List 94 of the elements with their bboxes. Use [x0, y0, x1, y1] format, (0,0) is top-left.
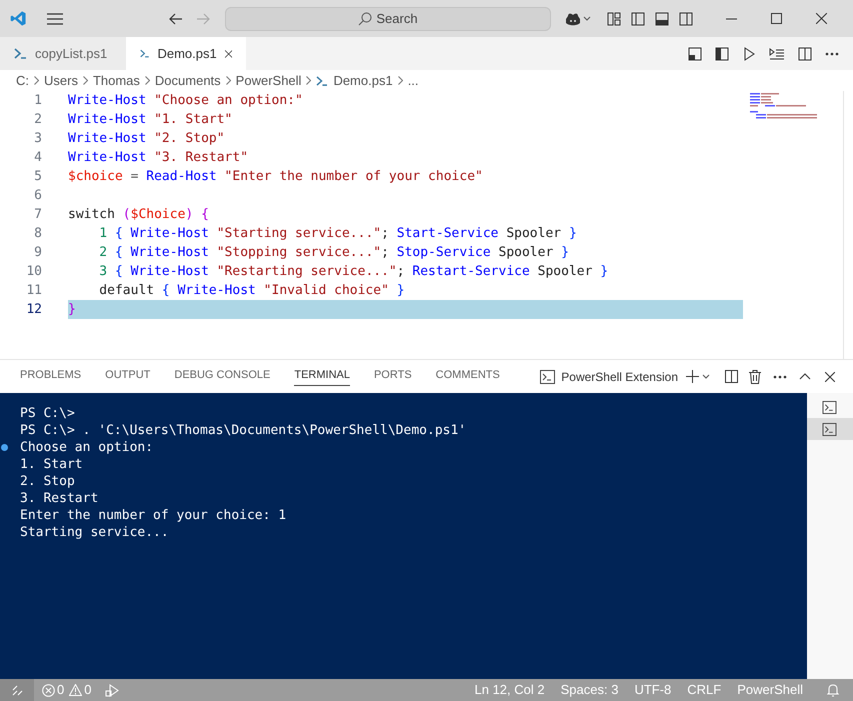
panel-tab[interactable]: COMMENTS	[436, 366, 500, 386]
code-line: }	[68, 300, 76, 319]
powershell-icon	[14, 48, 27, 59]
terminal-list-item[interactable]	[807, 418, 853, 440]
line-number: 1	[33, 92, 42, 110]
breadcrumb-item[interactable]: C:	[16, 70, 29, 90]
line-number: 9	[33, 244, 42, 262]
chevron-right-icon	[306, 76, 312, 85]
split-terminal-icon[interactable]	[725, 370, 738, 383]
code-line: switch ($Choice) {	[68, 206, 209, 224]
breadcrumb-item[interactable]: PowerShell	[236, 70, 302, 90]
terminal-line: PS C:\>	[20, 404, 75, 423]
line-number: 12	[25, 300, 42, 319]
search-placeholder: Search	[376, 10, 418, 28]
line-number: 5	[33, 168, 42, 186]
chevron-right-icon	[144, 76, 150, 85]
close-icon[interactable]	[816, 13, 827, 24]
layout-icon[interactable]	[607, 12, 621, 26]
line-number: 10	[25, 262, 42, 281]
panel-tab[interactable]: PORTS	[374, 366, 412, 386]
panel-tab[interactable]: DEBUG CONSOLE	[174, 366, 270, 386]
code-line: 2 { Write-Host "Stopping service..."; Stop-Service Spooler }	[98, 244, 569, 262]
terminal-line: Choose an option:	[20, 438, 154, 457]
close-icon[interactable]	[825, 372, 835, 382]
more-icon[interactable]	[825, 52, 839, 56]
split-editor-icon[interactable]	[798, 46, 812, 60]
code-line: 1 { Write-Host "Starting service..."; Start-Service Spooler }	[98, 224, 577, 243]
terminal-line: Enter the number of your choice: 1	[20, 506, 286, 525]
line-number: 8	[33, 224, 42, 243]
editor-tab[interactable]: Demo.ps1	[126, 37, 246, 70]
terminal-name[interactable]: PowerShell Extension	[561, 368, 678, 386]
chevron-right-icon	[398, 76, 403, 85]
line-number: 3	[33, 130, 42, 148]
powershell-icon	[316, 76, 328, 86]
terminal-line: 2. Stop	[20, 472, 75, 491]
panel-toggle-icon[interactable]	[655, 12, 669, 26]
remote-button[interactable]	[0, 679, 34, 701]
panel-tab[interactable]: OUTPUT	[105, 366, 150, 386]
maximize-icon[interactable]	[771, 13, 782, 24]
line-number: 11	[25, 282, 42, 300]
powershell-icon	[140, 48, 150, 59]
line-number: 2	[33, 110, 42, 129]
panel-tab[interactable]: PROBLEMS	[20, 366, 82, 386]
bell-icon[interactable]	[827, 684, 839, 696]
chevron-right-icon	[34, 76, 39, 85]
line-number: 6	[33, 186, 42, 205]
more-icon[interactable]	[773, 374, 787, 378]
terminal-line: Starting service...	[20, 524, 169, 542]
breadcrumb-item[interactable]: Demo.ps1	[333, 70, 393, 90]
terminal-icon	[540, 370, 556, 384]
editor-tab[interactable]: copyList.ps1	[0, 37, 126, 70]
run-icon[interactable]	[742, 46, 756, 60]
breadcrumb-item[interactable]: ...	[408, 70, 419, 90]
terminal-line: PS C:\> . 'C:\Users\Thomas\Documents\PowerShell\Demo.ps1'	[20, 422, 466, 440]
search-field[interactable]: Search	[225, 6, 551, 30]
warning-icon[interactable]	[69, 684, 82, 696]
terminal-icon	[822, 400, 837, 414]
debug-icon[interactable]	[105, 684, 120, 696]
code-line: $choice = Read-Host "Enter the number of your choice"	[68, 168, 483, 186]
code-line: Write-Host "3. Restart"	[68, 148, 248, 167]
chevron-down-icon[interactable]	[702, 374, 710, 380]
panel-layout-icon[interactable]	[688, 46, 702, 60]
menu-icon[interactable]	[47, 12, 63, 24]
chevron-down-icon[interactable]	[583, 16, 591, 22]
code-line: Write-Host "Choose an option:"	[68, 92, 303, 110]
breadcrumb-item[interactable]: Documents	[154, 70, 221, 90]
terminal-line: 1. Start	[20, 456, 83, 474]
code-line: default { Write-Host "Invalid choice" }	[98, 282, 405, 300]
error-icon[interactable]	[42, 684, 55, 696]
line-number: 7	[33, 206, 42, 224]
close-icon[interactable]	[224, 48, 232, 58]
sidebar-toggle-icon[interactable]	[631, 12, 645, 26]
chevron-right-icon	[82, 76, 88, 85]
chevron-right-icon	[226, 76, 231, 85]
sidebar-layout-icon[interactable]	[715, 46, 729, 60]
panel-tab[interactable]: TERMINAL	[294, 366, 350, 386]
logo-icon	[10, 10, 27, 27]
run-selection-icon[interactable]	[769, 46, 785, 60]
remote-icon	[12, 684, 22, 696]
search-icon	[358, 12, 372, 26]
terminal-icon	[822, 422, 837, 436]
secondary-sidebar-icon[interactable]	[679, 12, 693, 26]
back-arrow-icon[interactable]	[169, 12, 183, 24]
breadcrumb-item[interactable]: Users	[44, 70, 78, 90]
code-line: Write-Host "1. Start"	[68, 110, 232, 129]
code-line: Write-Host "2. Stop"	[68, 130, 225, 148]
breadcrumb-item[interactable]: Thomas	[92, 70, 140, 90]
trash-icon[interactable]	[749, 370, 761, 384]
line-number: 4	[33, 148, 42, 167]
plus-icon[interactable]	[686, 370, 699, 383]
copilot-icon[interactable]	[565, 12, 581, 26]
terminal-line: 3. Restart	[20, 490, 98, 508]
chevron-up-icon[interactable]	[799, 373, 811, 380]
code-line: 3 { Write-Host "Restarting service..."; Restart-Service Spooler }	[98, 262, 608, 281]
